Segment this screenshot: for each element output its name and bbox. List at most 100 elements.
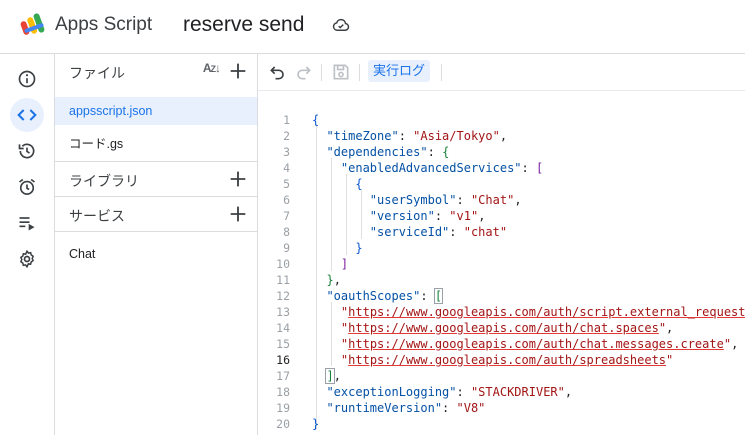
code-editor[interactable]: 1{ 2 "timeZone": "Asia/Tokyo", 3 "depend… (258, 90, 745, 435)
libraries-label: ライブラリ (69, 173, 139, 189)
line-number: 20 (276, 417, 290, 431)
alarm-icon (19, 178, 35, 195)
code-line: 12 "oauthScopes": [ (258, 288, 745, 304)
line-number: 13 (276, 305, 290, 319)
code-text: ] (340, 257, 349, 271)
code-icon (17, 109, 37, 121)
line-number: 5 (283, 177, 290, 191)
line-number: 14 (276, 321, 290, 335)
overview-button[interactable] (10, 62, 44, 96)
code-line: 6 "userSymbol": "Chat", (258, 192, 745, 208)
info-icon (18, 70, 36, 88)
line-number: 4 (283, 161, 290, 175)
file-name: appsscript.json (69, 104, 153, 118)
line-number: 8 (283, 225, 290, 239)
code-text: "serviceId": "chat" (369, 225, 508, 239)
code-line: 8 "serviceId": "chat" (258, 224, 745, 240)
services-label: サービス (69, 208, 125, 224)
code-line: 17 ], (258, 368, 745, 384)
app-name[interactable]: Apps Script (55, 14, 152, 36)
save-icon[interactable] (331, 62, 351, 82)
code-text: } (355, 241, 363, 255)
code-text: "exceptionLogging": "STACKDRIVER", (326, 385, 573, 399)
file-item-appsscript-json[interactable]: appsscript.json (55, 97, 257, 125)
add-service-icon[interactable] (227, 203, 249, 225)
code-line: 20} (258, 416, 745, 432)
project-settings-button[interactable] (10, 242, 44, 276)
service-item-chat[interactable]: Chat (55, 240, 257, 268)
code-line: 10 ] (258, 256, 745, 272)
add-file-icon[interactable] (227, 60, 249, 82)
services-section-header: サービス (55, 197, 257, 232)
code-line: 18 "exceptionLogging": "STACKDRIVER", (258, 384, 745, 400)
code-text: "https://www.googleapis.com/auth/chat.sp… (340, 321, 674, 335)
code-text: "version": "v1", (369, 209, 486, 223)
code-text: "https://www.googleapis.com/auth/spreads… (340, 353, 674, 367)
line-number: 1 (283, 113, 290, 127)
redo-icon[interactable] (293, 62, 313, 82)
versions-button[interactable] (10, 134, 44, 168)
editor-button[interactable] (10, 98, 44, 132)
code-line: 14 "https://www.googleapis.com/auth/chat… (258, 320, 745, 336)
gear-icon (20, 250, 34, 268)
service-name: Chat (69, 247, 96, 261)
divider (55, 231, 257, 232)
left-nav-rail (0, 54, 55, 435)
code-line: 15 "https://www.googleapis.com/auth/chat… (258, 336, 745, 352)
line-number: 9 (283, 241, 290, 255)
code-line: 7 "version": "v1", (258, 208, 745, 224)
code-line: 2 "timeZone": "Asia/Tokyo", (258, 128, 745, 144)
line-number: 16 (276, 353, 290, 367)
code-line: 13 "https://www.googleapis.com/auth/scri… (258, 304, 745, 320)
code-text: { (355, 177, 363, 191)
sort-az-icon[interactable]: AZ↓ (203, 61, 221, 75)
code-text: "https://www.googleapis.com/auth/script.… (340, 305, 745, 319)
code-line: 5 { (258, 176, 745, 192)
file-name: コード.gs (69, 137, 124, 151)
add-library-icon[interactable] (227, 168, 249, 190)
line-number: 7 (283, 209, 290, 223)
toolbar-separator (441, 64, 442, 81)
executions-button[interactable] (10, 206, 44, 240)
undo-icon[interactable] (268, 62, 288, 82)
code-line: 9 } (258, 240, 745, 256)
code-text: } (312, 417, 320, 431)
cloud-saved-icon (332, 18, 350, 31)
code-line: 3 "dependencies": { (258, 144, 745, 160)
code-line: 4 "enabledAdvancedServices": [ (258, 160, 745, 176)
line-number: 18 (276, 385, 290, 399)
toolbar-separator (359, 64, 360, 81)
toolbar-separator (321, 64, 322, 81)
triggers-button[interactable] (10, 170, 44, 204)
project-title[interactable]: reserve send (183, 12, 304, 38)
code-text: { (312, 113, 320, 127)
code-text: "timeZone": "Asia/Tokyo", (326, 129, 508, 143)
line-number: 2 (283, 129, 290, 143)
code-line-current: 16 "https://www.googleapis.com/auth/spre… (258, 352, 745, 368)
code-text: "userSymbol": "Chat", (369, 193, 522, 207)
code-text: "enabledAdvancedServices": [ (340, 161, 544, 175)
apps-script-logo-icon[interactable] (20, 12, 48, 36)
code-text: "oauthScopes": [ (326, 288, 444, 304)
files-panel: ファイル AZ↓ appsscript.json コード.gs ライブラリ サー… (55, 54, 258, 435)
editor-toolbar: 実行ログ (258, 54, 745, 90)
files-label: ファイル (69, 65, 125, 81)
execution-log-button[interactable]: 実行ログ (368, 60, 431, 82)
code-text: "https://www.googleapis.com/auth/chat.me… (340, 337, 739, 351)
history-icon (18, 143, 35, 159)
line-number: 15 (276, 337, 290, 351)
code-text: ], (325, 368, 341, 384)
run-list-icon (19, 217, 35, 231)
line-number: 10 (276, 257, 290, 271)
line-number: 11 (276, 273, 290, 287)
code-text: "runtimeVersion": "V8" (326, 401, 486, 415)
files-section-header: ファイル AZ↓ (55, 54, 257, 89)
code-line: 19 "runtimeVersion": "V8" (258, 400, 745, 416)
file-item-code-gs[interactable]: コード.gs (55, 126, 257, 154)
line-number: 17 (276, 369, 290, 383)
line-number: 19 (276, 401, 290, 415)
code-line: 11 }, (258, 272, 745, 288)
code-line: 1{ (258, 112, 745, 128)
libraries-section-header: ライブラリ (55, 162, 257, 197)
code-text: }, (326, 273, 341, 287)
